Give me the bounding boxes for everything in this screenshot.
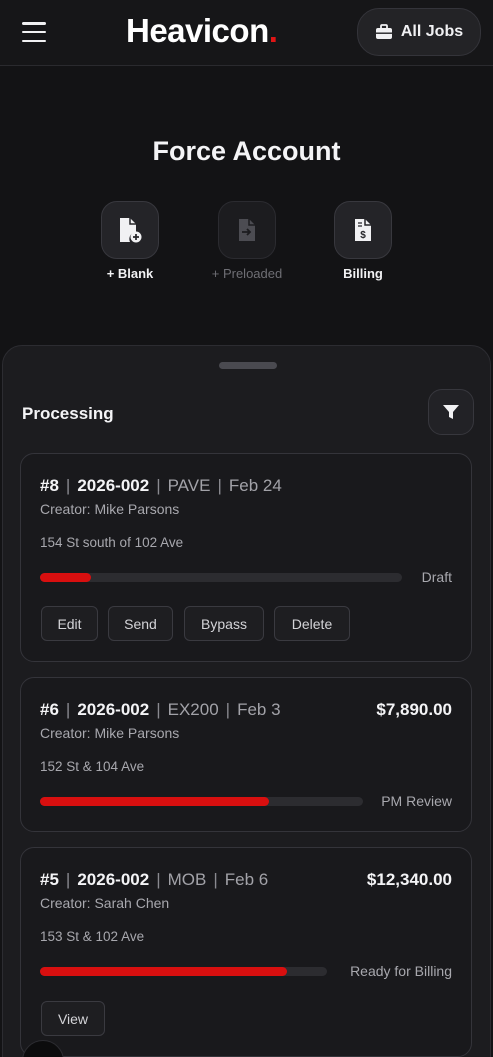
- card-location: 153 St & 102 Ave: [40, 929, 145, 944]
- card-amount: $7,890.00: [376, 700, 452, 719]
- svg-text:$: $: [360, 230, 366, 241]
- new-blank-label: + Blank: [106, 266, 154, 281]
- progress-bar: [40, 573, 402, 582]
- sheet-drag-handle[interactable]: [219, 362, 277, 369]
- job-card[interactable]: #8 | 2026-002 | PAVE | Feb 24 Creator: Mike Pa…: [20, 453, 472, 662]
- status-label: Draft: [421, 569, 452, 585]
- status-label: PM Review: [381, 793, 452, 809]
- bypass-button[interactable]: Bypass: [184, 606, 264, 641]
- top-bar: Heavicon. All Jobs: [0, 0, 493, 66]
- status-label: Ready for Billing: [350, 963, 452, 979]
- invoice-dollar-icon: $: [355, 219, 371, 241]
- card-location: 152 St & 104 Ave: [40, 759, 145, 774]
- card-heading: #8 | 2026-002 | PAVE | Feb 24: [40, 476, 282, 495]
- all-jobs-label: All Jobs: [400, 23, 464, 40]
- all-jobs-button[interactable]: All Jobs: [357, 8, 481, 56]
- job-card[interactable]: #6 | 2026-002 | EX200 | Feb 3 $7,890.00 Creato…: [20, 677, 472, 832]
- progress-fill: [40, 967, 287, 976]
- app-logo[interactable]: Heavicon.: [126, 12, 278, 50]
- section-title: Processing: [22, 404, 114, 423]
- new-preloaded-label: + Preloaded: [211, 266, 283, 281]
- billing-label: Billing: [343, 266, 383, 281]
- card-amount: $12,340.00: [366, 870, 452, 889]
- new-preloaded-button[interactable]: + Preloaded: [192, 201, 302, 281]
- delete-button[interactable]: Delete: [274, 606, 350, 641]
- progress-bar: [40, 967, 327, 976]
- file-plus-icon: [120, 218, 142, 243]
- progress-fill: [40, 573, 91, 582]
- progress-bar: [40, 797, 363, 806]
- card-heading: #6 | 2026-002 | EX200 | Feb 3: [40, 700, 281, 719]
- card-creator: Creator: Sarah Chen: [40, 895, 170, 911]
- edit-button[interactable]: Edit: [41, 606, 98, 641]
- page-title: Force Account: [152, 136, 341, 166]
- card-location: 154 St south of 102 Ave: [40, 535, 184, 550]
- hamburger-icon[interactable]: [22, 22, 46, 42]
- card-creator: Creator: Mike Parsons: [40, 501, 180, 517]
- card-heading: #5 | 2026-002 | MOB | Feb 6: [40, 870, 269, 889]
- progress-fill: [40, 797, 270, 806]
- view-button[interactable]: View: [41, 1001, 105, 1036]
- billing-button[interactable]: $ Billing: [308, 201, 418, 281]
- filter-icon: [443, 405, 459, 419]
- card-creator: Creator: Mike Parsons: [40, 725, 180, 741]
- briefcase-icon: [375, 24, 392, 39]
- file-import-icon: [239, 219, 255, 241]
- filter-button[interactable]: [428, 389, 474, 435]
- send-button[interactable]: Send: [108, 606, 173, 641]
- job-card[interactable]: #5 | 2026-002 | MOB | Feb 6 $12,340.00 Creator…: [20, 847, 472, 1057]
- new-blank-button[interactable]: + Blank: [75, 201, 185, 281]
